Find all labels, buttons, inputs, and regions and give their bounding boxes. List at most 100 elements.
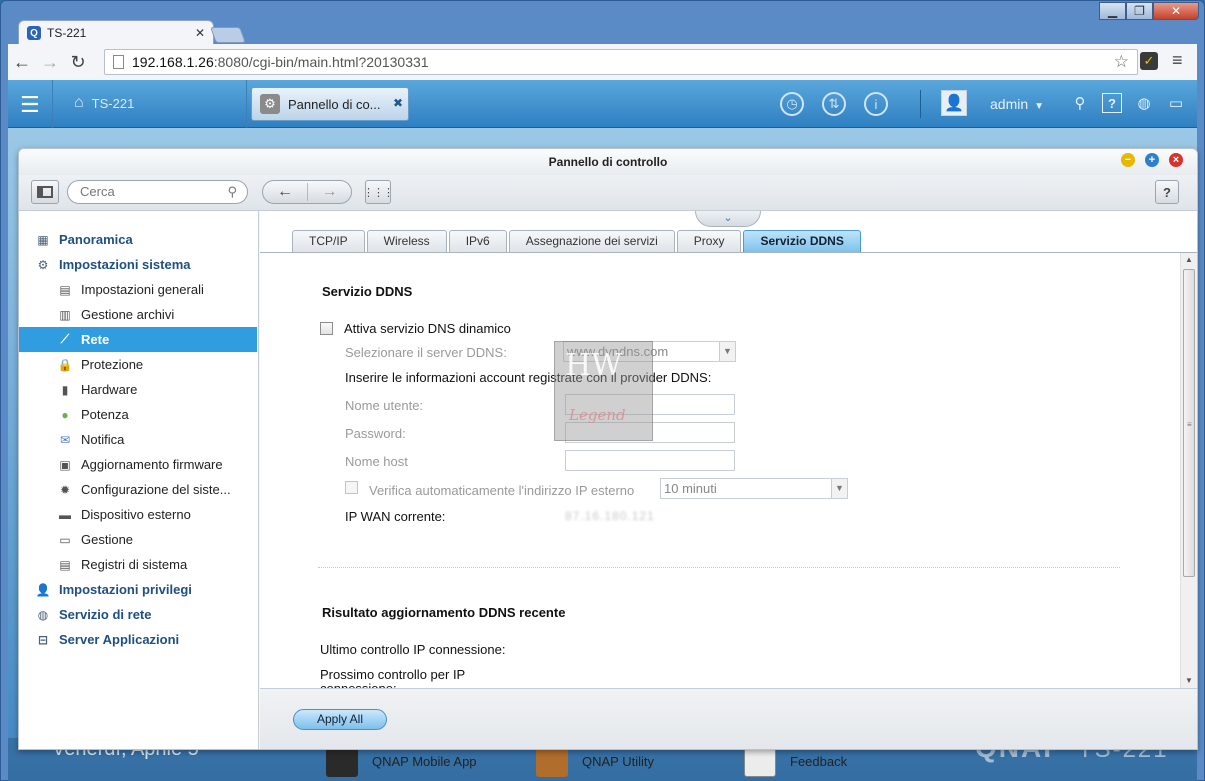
close-app-tab-icon[interactable]: ✖	[393, 96, 403, 110]
sidebar-item-label: Server Applicazioni	[59, 632, 180, 647]
back-arrow-icon[interactable]: ←	[8, 52, 36, 73]
external-device-status-icon[interactable]: ⇅	[822, 92, 846, 116]
app-tab-control-panel[interactable]: ⚙ Pannello di co... ✖	[251, 87, 409, 121]
address-bar[interactable]: 192.168.1.26 :8080/cgi-bin/main.html?201…	[104, 49, 1138, 75]
user-menu[interactable]: admin ▼	[990, 96, 1044, 112]
log-icon: ▤	[59, 557, 71, 572]
sidebar-item-impostazioni-generali[interactable]: ▤ Impostazioni generali	[19, 277, 257, 302]
sidebar-item-servizio-di-rete[interactable]: ◍ Servizio di rete	[19, 602, 257, 627]
sidebar-item-configurazione-sistema[interactable]: ✹ Configurazione del siste...	[19, 477, 257, 502]
sidebar-item-panoramica[interactable]: ▦ Panoramica	[19, 227, 257, 252]
divider	[246, 80, 247, 128]
new-tab-button[interactable]	[210, 27, 246, 43]
scrollbar[interactable]: ▲ ≡ ▼	[1180, 253, 1197, 688]
gear-icon: ⚙	[37, 257, 49, 272]
window-buttons: − + ×	[1121, 153, 1183, 167]
desktop-preferences-icon[interactable]: ▭	[1166, 93, 1186, 113]
close-window-button[interactable]: ✕	[1153, 2, 1199, 20]
forward-arrow-icon[interactable]: →	[306, 183, 351, 201]
event-notification-icon[interactable]: i	[864, 92, 888, 116]
sidebar-item-hardware[interactable]: ▮ Hardware	[19, 377, 257, 402]
back-arrow-icon[interactable]: ←	[263, 183, 307, 201]
qnap-favicon-icon: Q	[27, 26, 41, 40]
tab-ipv6[interactable]: IPv6	[448, 230, 507, 252]
scroll-up-icon[interactable]: ▲	[1181, 253, 1197, 267]
reload-icon[interactable]: ↻	[64, 52, 92, 73]
sidebar-item-rete[interactable]: ⟋ Rete	[19, 327, 257, 352]
window-controls: ▁ ❐ ✕	[1099, 2, 1199, 20]
main-content: ⌄ TCP/IP Wireless IPv6 Assegnazione dei …	[260, 211, 1197, 749]
sidebar-item-aggiornamento-firmware[interactable]: ▣ Aggiornamento firmware	[19, 452, 257, 477]
qnap-topbar: ☰ ⌂ TS-221 ⚙ Pannello di co... ✖ ◷ ⇅ i 👤…	[8, 80, 1197, 128]
watermark-text: Legend	[569, 406, 626, 424]
tab-proxy[interactable]: Proxy	[676, 230, 742, 252]
auto-check-ip-label: Verifica automaticamente l'indirizzo IP …	[369, 483, 635, 498]
search-input[interactable]: Cerca ⚲	[67, 180, 248, 204]
auto-check-ip-checkbox[interactable]	[345, 481, 358, 494]
scroll-thumb[interactable]: ≡	[1183, 269, 1195, 577]
forward-arrow-icon[interactable]: →	[36, 52, 64, 73]
minimize-icon[interactable]: −	[1121, 153, 1135, 167]
apply-all-button[interactable]: Apply All	[293, 709, 387, 730]
enable-ddns-checkbox[interactable]	[320, 322, 333, 335]
browser-menu-icon[interactable]: ≡	[1172, 50, 1183, 71]
close-icon[interactable]: ×	[1169, 153, 1183, 167]
sidebar-item-server-applicazioni[interactable]: ⊟ Server Applicazioni	[19, 627, 257, 652]
layout-icon	[37, 186, 53, 198]
help-icon[interactable]: ?	[1102, 93, 1122, 113]
firmware-icon: ▣	[59, 457, 71, 472]
maximize-window-button[interactable]: ❐	[1126, 2, 1153, 20]
bookmark-star-icon[interactable]: ☆	[1114, 52, 1129, 72]
tab-wireless[interactable]: Wireless	[366, 230, 447, 252]
sidebar-item-gestione-archivi[interactable]: ▥ Gestione archivi	[19, 302, 257, 327]
sidebar-toggle-button[interactable]	[31, 180, 59, 204]
next-check-label: Prossimo controllo per IP connessione:	[320, 667, 465, 689]
background-tasks-icon[interactable]: ◷	[780, 92, 804, 116]
main-menu-icon[interactable]: ☰	[20, 92, 40, 118]
history-nav: ← →	[262, 180, 352, 204]
sidebar-item-label: Servizio di rete	[59, 607, 152, 622]
sidebar-item-protezione[interactable]: 🔒 Protezione	[19, 352, 257, 377]
tab-assegnazione-servizi[interactable]: Assegnazione dei servizi	[508, 230, 675, 252]
sidebar-item-label: Impostazioni privilegi	[59, 582, 192, 597]
scroll-down-icon[interactable]: ▼	[1181, 674, 1197, 688]
home-button[interactable]: ⌂ TS-221	[74, 94, 134, 112]
user-icon: 👤	[35, 582, 51, 597]
watermark-text: HW	[565, 348, 622, 383]
chevron-down-icon[interactable]: ⌄	[695, 211, 761, 227]
hardware-icon: ▮	[61, 382, 69, 397]
language-globe-icon[interactable]: ◍	[1134, 93, 1154, 113]
ddns-pane: Servizio DDNS Attiva servizio DNS dinami…	[260, 253, 1180, 688]
maximize-icon[interactable]: +	[1145, 153, 1159, 167]
hostname-field[interactable]	[565, 450, 735, 471]
lock-icon: 🔒	[57, 357, 73, 372]
avatar[interactable]: 👤	[941, 90, 967, 116]
sidebar-item-label: Gestione	[81, 532, 134, 547]
sidebar-item-dispositivo-esterno[interactable]: ▬ Dispositivo esterno	[19, 502, 257, 527]
check-interval-select[interactable]: 10 minuti ▼	[660, 478, 848, 499]
sidebar-item-impostazioni-sistema[interactable]: ⚙ Impostazioni sistema	[19, 252, 257, 277]
settings-icon: ▤	[59, 282, 71, 297]
help-button[interactable]: ?	[1155, 180, 1179, 204]
sidebar-item-gestione[interactable]: ▭ Gestione	[19, 527, 257, 552]
tab-tcp-ip[interactable]: TCP/IP	[292, 230, 365, 252]
sidebar-item-notifica[interactable]: ✉ Notifica	[19, 427, 257, 452]
extension-icon[interactable]: ✓	[1140, 52, 1158, 70]
sidebar-item-label: Hardware	[81, 382, 138, 397]
all-apps-grid-icon[interactable]: ⋮⋮⋮	[363, 180, 394, 204]
sidebar-item-potenza[interactable]: ● Potenza	[19, 402, 257, 427]
minimize-window-button[interactable]: ▁	[1099, 2, 1126, 20]
tab-servizio-ddns[interactable]: Servizio DDNS	[743, 230, 861, 252]
browser-tab[interactable]: Q TS-221 ✕	[18, 20, 214, 45]
wan-ip-label: IP WAN corrente:	[345, 509, 446, 524]
search-icon[interactable]: ⚲	[1070, 93, 1090, 113]
browser-tabstrip: Q TS-221 ✕	[8, 0, 1198, 45]
sidebar-item-impostazioni-privilegi[interactable]: 👤 Impostazioni privilegi	[19, 577, 257, 602]
sidebar-item-registri-sistema[interactable]: ▤ Registri di sistema	[19, 552, 257, 577]
section-title-ddns: Servizio DDNS	[322, 284, 413, 299]
wan-ip-value: 87.16.180.121	[565, 509, 655, 523]
watermark-logo: HW Legend	[554, 341, 653, 441]
close-tab-icon[interactable]: ✕	[195, 26, 205, 40]
divider	[920, 90, 921, 118]
url-host: 192.168.1.26	[132, 54, 214, 70]
